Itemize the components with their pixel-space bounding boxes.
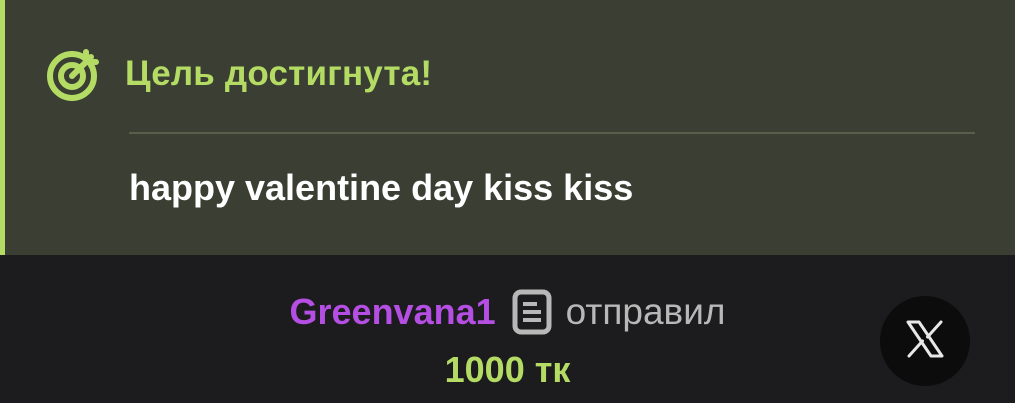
sender-name[interactable]: Greenvana1 [290, 291, 496, 333]
goal-title: Цель достигнута! [125, 54, 433, 93]
divider [129, 132, 975, 134]
goal-reached-card: Цель достигнута! happy valentine day kis… [0, 0, 1015, 255]
x-logo-icon [905, 319, 945, 364]
goal-header: Цель достигнута! [43, 44, 432, 104]
goal-message: happy valentine day kiss kiss [129, 167, 634, 208]
document-icon [510, 288, 554, 336]
tip-sender-line: Greenvana1 отправил [0, 284, 1015, 340]
tip-action-text: отправил [565, 291, 726, 332]
close-button[interactable] [880, 296, 970, 386]
tip-amount: 1000 тк [444, 349, 571, 390]
target-arrow-icon [43, 43, 105, 105]
